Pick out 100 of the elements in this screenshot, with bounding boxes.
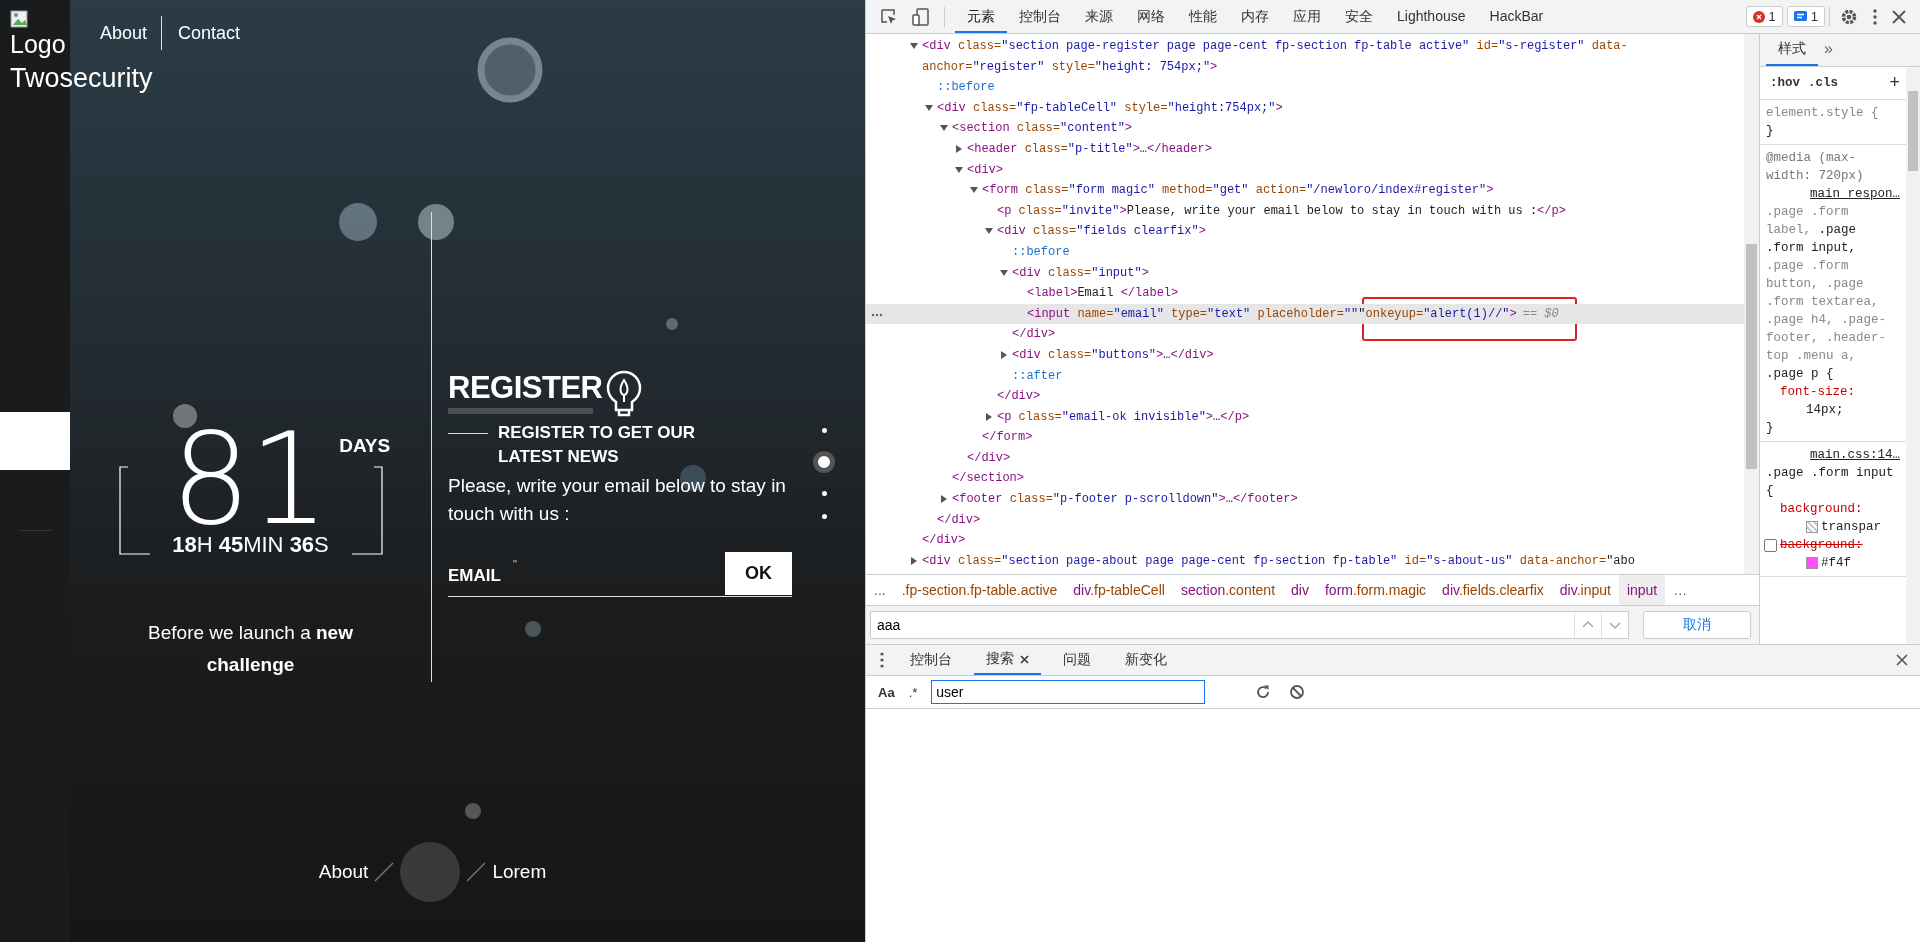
- expand-toggle-icon[interactable]: [925, 103, 933, 112]
- dom-tree-row[interactable]: <label>Email </label>: [866, 283, 1744, 304]
- property-name[interactable]: background:: [1780, 536, 1863, 554]
- section-dot[interactable]: [813, 451, 835, 473]
- dom-tree-row[interactable]: <div class="fields clearfix">: [866, 221, 1744, 242]
- dom-tree-row[interactable]: <div class="input">: [866, 262, 1744, 284]
- close-icon[interactable]: [1020, 654, 1029, 664]
- breadcrumb-item[interactable]: div: [1283, 575, 1317, 605]
- footer-link[interactable]: Lorem: [492, 861, 547, 883]
- breadcrumb-item[interactable]: div.fields.clearfix: [1434, 575, 1552, 605]
- source-link[interactable]: main_respon…: [1766, 185, 1900, 203]
- expand-toggle-icon[interactable]: [1000, 350, 1008, 359]
- expand-toggle-icon[interactable]: [940, 495, 948, 504]
- breadcrumb-item[interactable]: input: [1618, 575, 1666, 605]
- dom-node[interactable]: <p class="email-ok invisible">…</p>: [997, 406, 1734, 428]
- transparent-swatch[interactable]: [1806, 521, 1818, 533]
- dom-tree-row[interactable]: <p class="invite">Please, write your email below to stay in touch with us :</p>: [866, 200, 1744, 222]
- close-icon[interactable]: [1892, 9, 1906, 24]
- section-dot[interactable]: [821, 491, 827, 496]
- color-swatch[interactable]: [1806, 557, 1818, 569]
- nav-link[interactable]: About: [90, 22, 162, 44]
- section-dot[interactable]: [821, 428, 827, 433]
- error-count[interactable]: 1: [1745, 6, 1783, 27]
- devtools-tab[interactable]: 来源: [1073, 0, 1125, 33]
- dom-node[interactable]: <div class="input">: [1012, 262, 1734, 284]
- property-name[interactable]: background:: [1780, 500, 1863, 518]
- close-icon[interactable]: [1896, 654, 1908, 666]
- dom-node[interactable]: <input name="email" type="text" placeholder="""onkeyup="alert(1)//"> == $0: [1027, 303, 1734, 325]
- expand-toggle-icon[interactable]: [970, 186, 978, 195]
- more-tabs-button[interactable]: »: [1818, 40, 1833, 66]
- refresh-icon[interactable]: [1255, 684, 1272, 700]
- breadcrumb-item[interactable]: div.input: [1551, 575, 1619, 605]
- breadcrumb-item[interactable]: .fp-section.fp-table.active: [893, 575, 1066, 605]
- breadcrumb-item[interactable]: div.fp-tableCell: [1065, 575, 1173, 605]
- email-field[interactable]: EMAIL " OK: [448, 552, 792, 597]
- dom-node[interactable]: ::before: [1012, 241, 1734, 263]
- devtools-tab[interactable]: 性能: [1177, 0, 1229, 33]
- find-field[interactable]: aaa: [870, 611, 1629, 639]
- scrollbar[interactable]: [1744, 34, 1759, 574]
- expand-toggle-icon[interactable]: [910, 556, 918, 565]
- device-icon[interactable]: [912, 7, 930, 26]
- dom-node[interactable]: </div>: [1012, 324, 1734, 345]
- dom-tree-row[interactable]: <div class="buttons">…</div>: [866, 344, 1744, 366]
- expand-toggle-icon[interactable]: [940, 124, 948, 133]
- regex-toggle[interactable]: .*: [908, 684, 918, 700]
- dom-node[interactable]: </div>: [997, 386, 1734, 407]
- clear-icon[interactable]: [1289, 684, 1306, 700]
- more-icon[interactable]: [871, 312, 883, 317]
- property-value[interactable]: transpar: [1821, 518, 1881, 536]
- message-count[interactable]: 1: [1786, 6, 1825, 27]
- expand-toggle-icon[interactable]: [985, 227, 993, 236]
- new-rule-button[interactable]: +: [1889, 74, 1900, 92]
- ok-button[interactable]: OK: [725, 552, 792, 595]
- section-dot[interactable]: [821, 514, 827, 519]
- devtools-tab[interactable]: HackBar: [1477, 0, 1556, 33]
- devtools-tab[interactable]: 内存: [1229, 0, 1281, 33]
- property-checkbox[interactable]: [1764, 539, 1777, 552]
- breadcrumb-overflow[interactable]: ...: [866, 582, 894, 598]
- devtools-tab[interactable]: 控制台: [1007, 0, 1073, 33]
- dom-tree-row[interactable]: ::before: [866, 241, 1744, 263]
- dom-node[interactable]: ::after: [1012, 365, 1734, 387]
- drawer-tab[interactable]: 新变化: [1113, 645, 1179, 675]
- devtools-tab[interactable]: 网络: [1125, 0, 1177, 33]
- scrollbar-thumb[interactable]: [1908, 91, 1918, 171]
- inspect-icon[interactable]: [880, 7, 898, 26]
- devtools-tab[interactable]: 应用: [1281, 0, 1333, 33]
- footer-link[interactable]: About: [318, 861, 369, 883]
- breadcrumb-overflow[interactable]: …: [1665, 582, 1696, 598]
- scrollbar[interactable]: [1906, 67, 1920, 644]
- drawer-tab[interactable]: 控制台: [898, 645, 964, 675]
- property-value[interactable]: #f4f: [1821, 554, 1851, 572]
- drawer-tab[interactable]: 问题: [1051, 645, 1103, 675]
- expand-toggle-icon[interactable]: [985, 412, 993, 421]
- dom-node[interactable]: <p class="invite">Please, write your email below to stay in touch with us :</p>: [997, 200, 1734, 222]
- dom-tree-row[interactable]: ::after: [866, 365, 1744, 387]
- dom-tree-row[interactable]: <p class="email-ok invisible">…</p>: [866, 406, 1744, 428]
- expand-toggle-icon[interactable]: [1000, 268, 1008, 277]
- match-case-toggle[interactable]: Aa: [878, 684, 895, 700]
- property-name[interactable]: font-size:: [1780, 383, 1855, 401]
- class-toggle[interactable]: .cls: [1808, 74, 1839, 92]
- expand-toggle-icon[interactable]: [955, 144, 963, 153]
- dom-node[interactable]: <div class="fields clearfix">: [997, 221, 1734, 242]
- expand-toggle-icon[interactable]: [910, 42, 918, 50]
- breadcrumb-item[interactable]: section.content: [1172, 575, 1284, 605]
- dom-node[interactable]: <label>Email </label>: [1027, 283, 1734, 304]
- dom-tree-row[interactable]: </div>: [866, 386, 1744, 407]
- property-value[interactable]: 14px;: [1806, 401, 1844, 419]
- more-menu-icon[interactable]: [1872, 7, 1878, 26]
- hover-state-toggle[interactable]: :hov: [1770, 74, 1800, 92]
- more-menu-icon[interactable]: [880, 652, 884, 668]
- devtools-tab[interactable]: 元素: [955, 0, 1007, 33]
- search-field[interactable]: user: [931, 680, 1206, 704]
- scrollbar-thumb[interactable]: [1746, 244, 1757, 469]
- source-link[interactable]: main.css:14…: [1766, 446, 1900, 464]
- breadcrumb-item[interactable]: form.form.magic: [1316, 575, 1435, 605]
- devtools-tab[interactable]: Lighthouse: [1385, 0, 1478, 33]
- styles-tab[interactable]: 样式: [1766, 40, 1818, 66]
- dom-tree-row[interactable]: </div>: [866, 324, 1744, 345]
- expand-toggle-icon[interactable]: [955, 165, 963, 174]
- settings-icon[interactable]: [1840, 7, 1858, 26]
